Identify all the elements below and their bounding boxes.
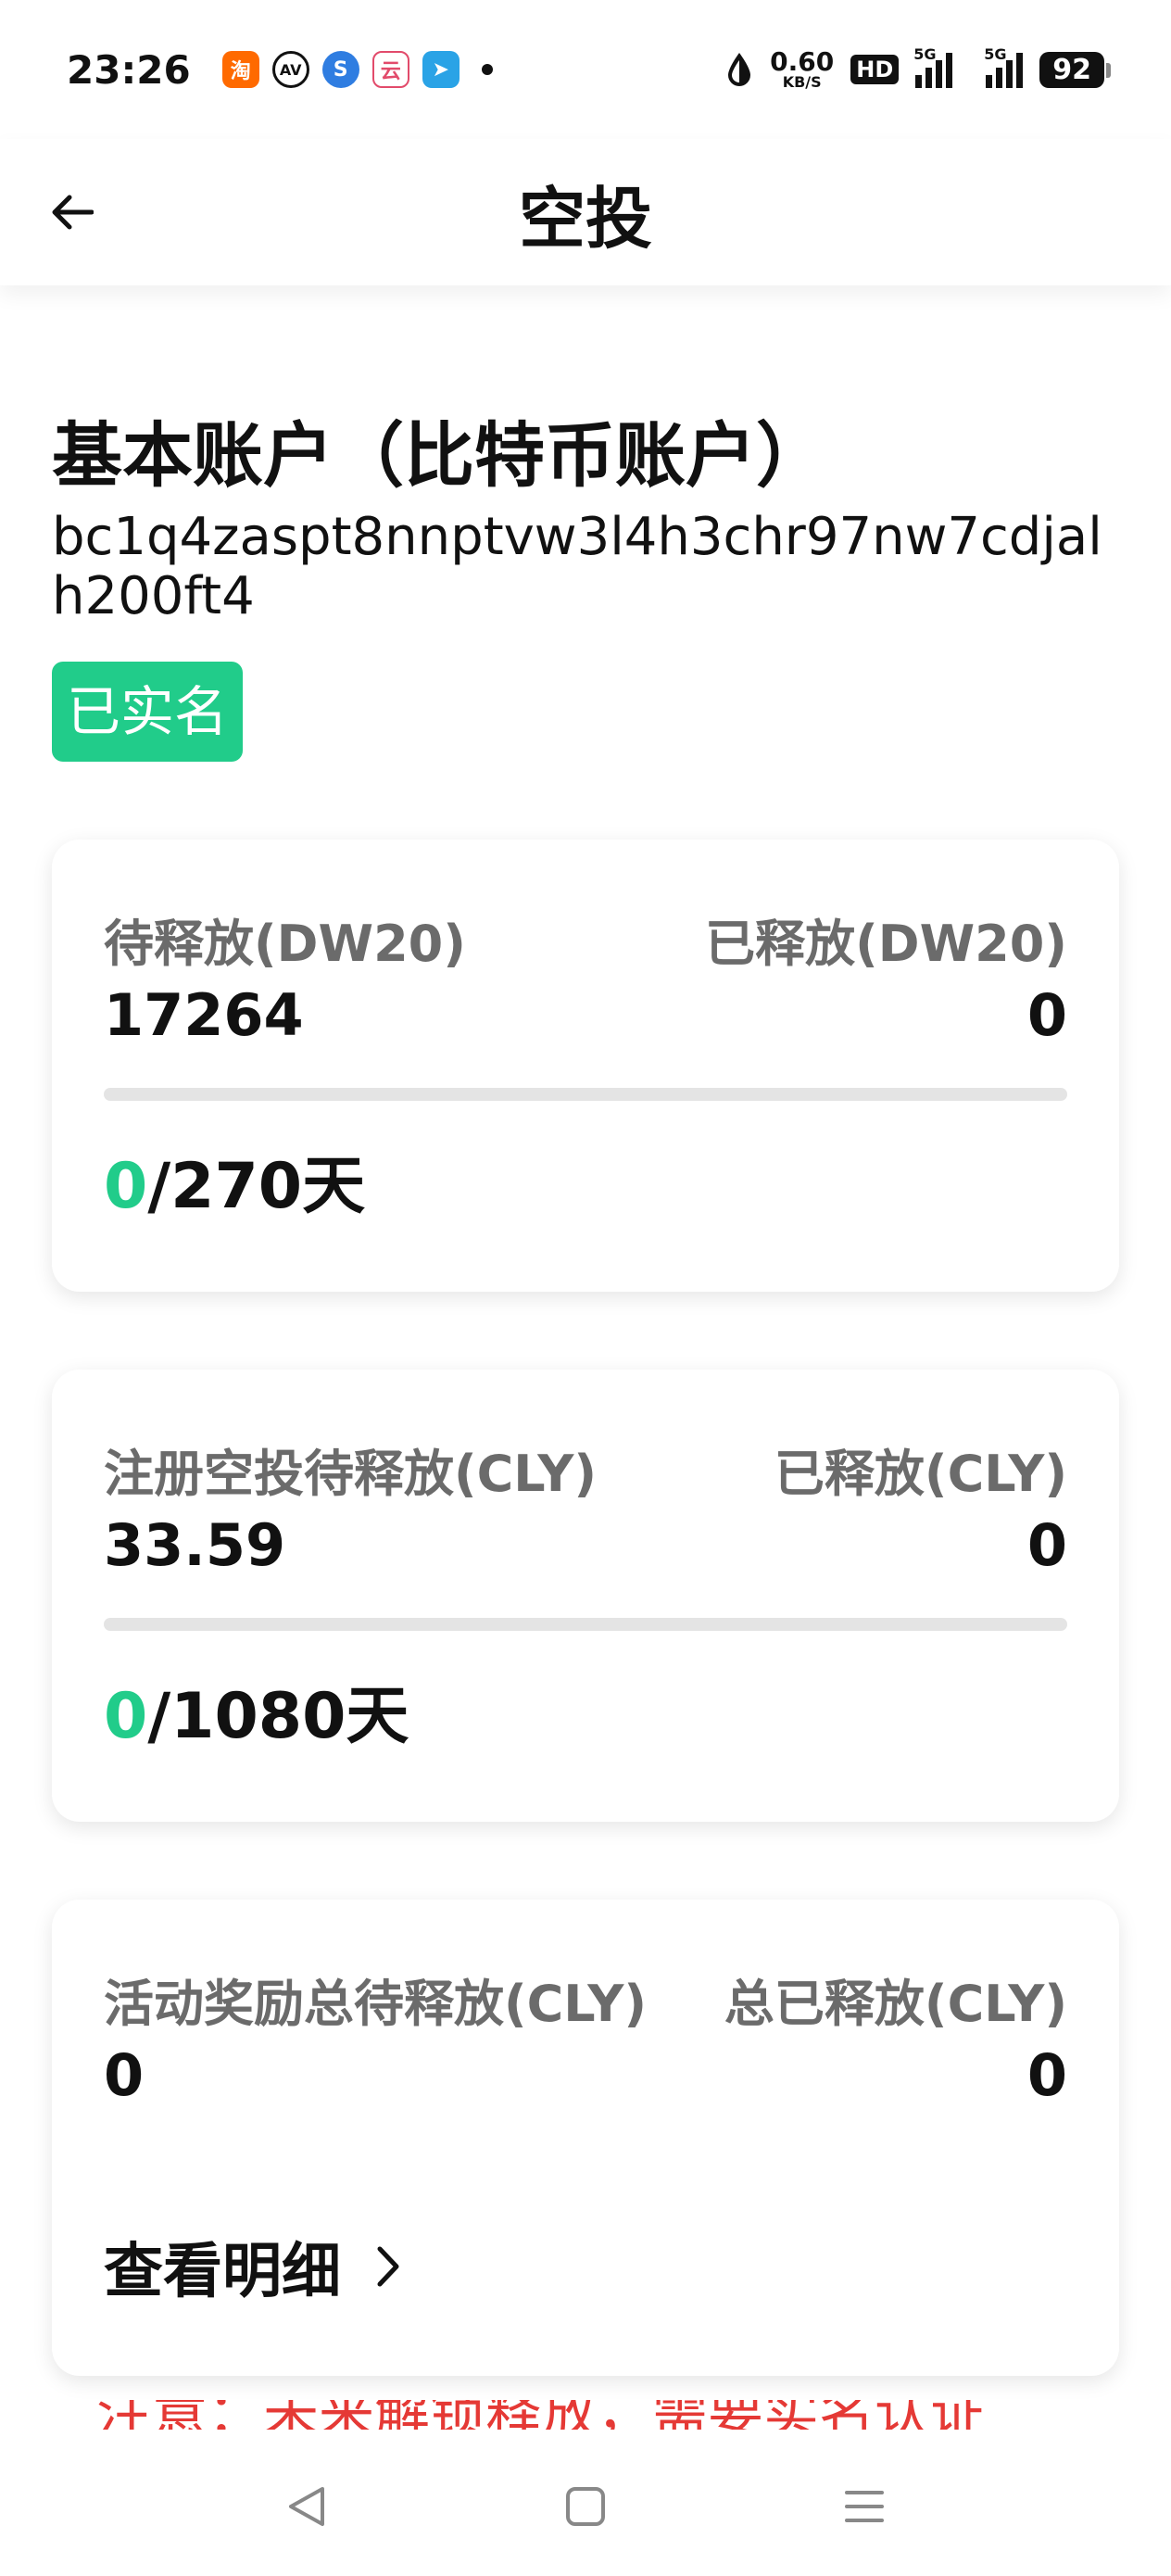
activity-reward-card: 活动奖励总待释放(CLY) 总已释放(CLY) 0 0 查看明细: [52, 1900, 1119, 2376]
chevron-right-icon: [377, 2246, 399, 2287]
hd-voice-badge: HD: [850, 55, 900, 84]
cly-days-total: /1080天: [147, 1680, 409, 1753]
signal-2-tag: 5G: [984, 45, 1007, 63]
status-app-icons: 淘 AV S 云 ➤: [221, 51, 493, 88]
back-button[interactable]: [44, 184, 100, 240]
back-arrow-icon: [52, 195, 94, 230]
signal-1-tag: 5G: [913, 45, 937, 63]
status-time: 23:26: [67, 46, 191, 93]
verification-notice: 注意：未来解锁释放，需要实名认证: [96, 2400, 1115, 2430]
dw20-released-value: 0: [1026, 981, 1067, 1049]
app-bar: 空投: [0, 139, 1171, 285]
activity-pending-value: 0: [104, 2041, 145, 2109]
nav-back-button[interactable]: [274, 2474, 339, 2539]
cly-progress-bar: [104, 1618, 1067, 1631]
cly-days: 0/1080天: [104, 1664, 1067, 1756]
dw20-pending-value: 17264: [104, 981, 304, 1049]
swirl-app-icon: S: [321, 51, 359, 88]
signal-2-icon: 5G: [984, 45, 1024, 88]
net-speed-unit: KB/S: [782, 73, 822, 91]
dw20-days: 0/270天: [104, 1134, 1067, 1226]
account-address: bc1q4zaspt8nnptvw3l4h3chr97nw7cdjalh200f…: [52, 507, 1102, 626]
net-speed: 0.60 KB/S: [770, 49, 834, 90]
page-title: 空投: [518, 179, 652, 258]
dw20-release-card: 待释放(DW20) 已释放(DW20) 17264 0 0/270天: [52, 840, 1119, 1292]
dw20-days-done: 0: [104, 1150, 148, 1223]
data-saver-icon: [728, 53, 751, 86]
dw20-released-label: 已释放(DW20): [705, 915, 1067, 973]
dw20-days-total: /270天: [147, 1150, 366, 1223]
account-title: 基本账户（比特币账户）: [52, 414, 826, 497]
av-icon: AV: [271, 51, 309, 88]
dw20-progress-bar: [104, 1088, 1067, 1101]
activity-released-value: 0: [1026, 2041, 1067, 2109]
cly-pending-value: 33.59: [104, 1511, 286, 1579]
taobao-icon: 淘: [221, 51, 259, 88]
dw20-pending-label: 待释放(DW20): [104, 915, 466, 973]
status-right: 0.60 KB/S HD 5G 5G 92: [725, 45, 1111, 90]
net-speed-value: 0.60: [770, 46, 835, 77]
cly-pending-label: 注册空投待释放(CLY): [104, 1445, 598, 1503]
cly-days-done: 0: [104, 1680, 148, 1753]
view-details-link[interactable]: 查看明细: [104, 2224, 1067, 2309]
cly-release-card: 注册空投待释放(CLY) 已释放(CLY) 33.59 0 0/1080天: [52, 1370, 1119, 1822]
status-bar: 23:26 淘 AV S 云 ➤ 0.60 KB/S HD 5G 5G 92: [0, 0, 1171, 139]
activity-pending-label: 活动奖励总待释放(CLY): [104, 1975, 648, 2033]
verified-badge: 已实名: [52, 662, 244, 762]
signal-1-icon: 5G: [913, 45, 953, 88]
system-nav-bar: [0, 2437, 1171, 2576]
verification-notice-text: 注意：未来解锁释放，需要实名认证: [96, 2400, 1115, 2430]
triangle-back-icon: [288, 2487, 324, 2526]
ai-app-icon: 云: [371, 51, 409, 88]
cly-released-value: 0: [1026, 1511, 1067, 1579]
more-notifications-dot-icon: [481, 64, 493, 75]
hamburger-menu-icon: [845, 2491, 885, 2522]
telegram-icon: ➤: [422, 51, 460, 88]
view-details-label: 查看明细: [104, 2238, 341, 2306]
cly-released-label: 已释放(CLY): [774, 1445, 1067, 1503]
activity-released-label: 总已释放(CLY): [724, 1975, 1067, 2033]
nav-menu-button[interactable]: [832, 2474, 897, 2539]
square-home-icon: [565, 2487, 605, 2526]
battery-icon: 92: [1039, 51, 1111, 88]
nav-home-button[interactable]: [553, 2474, 618, 2539]
